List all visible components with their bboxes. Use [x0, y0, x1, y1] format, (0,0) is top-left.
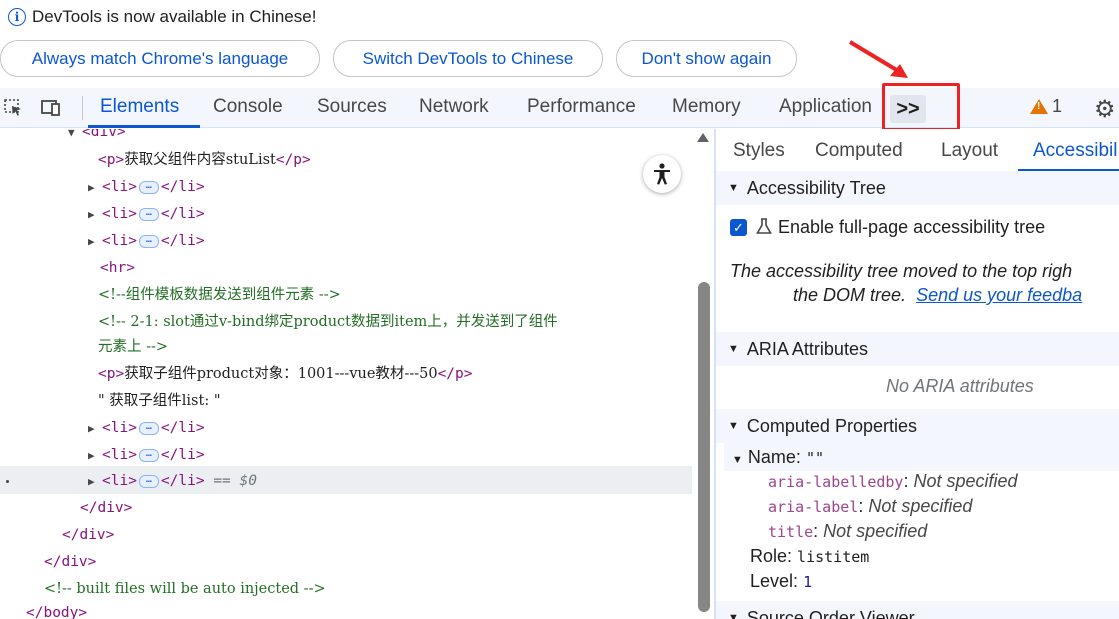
dom-line-li[interactable]: ▶ <li>… </li> [88, 174, 205, 200]
computed-properties-header[interactable]: ▼ Computed Properties [716, 409, 1119, 443]
console-ref-marker: == $0 [213, 473, 257, 489]
ellipsis-badge[interactable]: … [138, 474, 159, 488]
expanded-triangle-icon: ▼ [728, 182, 739, 194]
aria-labelledby-property: aria-labelledby: Not specified [768, 471, 1018, 491]
feedback-link[interactable]: Send us your feedba [916, 285, 1082, 305]
collapsed-triangle-icon[interactable]: ▶ [88, 443, 102, 469]
enable-tree-checkbox[interactable]: ✓ [730, 219, 747, 236]
dom-line-comment-cont[interactable]: 元素上 --> [98, 334, 168, 360]
dom-line-div-close[interactable]: </div> [44, 549, 96, 575]
ellipsis-badge[interactable]: … [138, 207, 159, 221]
tab-performance[interactable]: Performance [527, 96, 636, 118]
level-property: Level: 1 [750, 571, 813, 591]
dom-line-li-selected[interactable]: ▶ <li>… </li> == $0 [88, 468, 257, 494]
name-label: Name: [747, 447, 801, 467]
sidebar-panel: Styles Computed Layout Accessibil ▼ Acce… [716, 129, 1119, 619]
source-order-viewer-header[interactable]: ▼ Source Order Viewer [716, 601, 1119, 619]
dom-line-comment[interactable]: <!--组件模板数据发送到组件元素 --> [98, 282, 341, 308]
dom-line-div-open[interactable]: ▼ <div> [68, 129, 126, 145]
role-property: Role: listitem [750, 546, 870, 566]
info-icon: i [8, 8, 26, 26]
dom-scrollbar-thumb[interactable] [698, 282, 710, 612]
language-banner: i DevTools is now available in Chinese! … [0, 0, 1119, 88]
tab-sources[interactable]: Sources [317, 96, 387, 118]
tab-accessibility[interactable]: Accessibil [1033, 140, 1117, 162]
tab-network[interactable]: Network [419, 96, 489, 118]
ellipsis-badge[interactable]: … [138, 234, 159, 248]
inspect-element-icon[interactable] [2, 96, 24, 118]
active-tab-indicator [88, 125, 200, 128]
expanded-triangle-icon: ▼ [728, 612, 739, 619]
collapsed-triangle-icon[interactable]: ▶ [88, 175, 102, 201]
dom-line-li[interactable]: ▶ <li>… </li> [88, 442, 205, 468]
dom-line-text[interactable]: " 获取子组件list: " [98, 388, 221, 414]
scroll-up-arrow-icon[interactable] [697, 133, 709, 142]
expanded-triangle-icon: ▼ [732, 454, 743, 466]
collapsed-triangle-icon[interactable]: ▶ [88, 416, 102, 442]
ellipsis-badge[interactable]: … [138, 180, 159, 194]
dom-line-li[interactable]: ▶ <li>… </li> [88, 415, 205, 441]
expanded-triangle-icon: ▼ [728, 420, 739, 432]
section-title: Accessibility Tree [746, 177, 886, 198]
tab-memory[interactable]: Memory [672, 96, 741, 118]
expanded-triangle-icon: ▼ [728, 343, 739, 355]
settings-gear-icon[interactable]: ⚙ [1094, 95, 1116, 124]
annotation-highlight-box [882, 83, 960, 131]
title-property: title: Not specified [768, 521, 928, 541]
tab-console[interactable]: Console [213, 96, 283, 118]
name-value: "" [805, 449, 824, 467]
section-title: ARIA Attributes [746, 338, 868, 359]
dont-show-again-button[interactable]: Don't show again [616, 40, 797, 77]
enable-tree-label[interactable]: Enable full-page accessibility tree [778, 217, 1045, 238]
tab-elements[interactable]: Elements [100, 96, 179, 118]
annotation-arrow [848, 40, 908, 78]
section-title: Source Order Viewer [746, 607, 915, 619]
warnings-counter[interactable]: 1 [1030, 96, 1062, 117]
tree-moved-notice-text: the DOM tree. [793, 285, 907, 305]
ellipsis-badge[interactable]: … [138, 421, 159, 435]
experiment-flask-icon [756, 218, 772, 234]
device-toolbar-icon[interactable] [40, 96, 62, 118]
collapsed-triangle-icon[interactable]: ▶ [88, 469, 102, 495]
dom-line-comment[interactable]: <!-- built files will be auto injected -… [44, 576, 326, 602]
dom-line-div-close[interactable]: </div> [62, 522, 114, 548]
dom-line-li[interactable]: ▶ <li>… </li> [88, 201, 205, 227]
tab-layout[interactable]: Layout [941, 140, 998, 162]
dom-tree-panel: ▼ <div> <p>获取父组件内容stuList</p> ▶ <li>… </li>… [0, 129, 714, 619]
tree-moved-notice: The accessibility tree moved to the top … [730, 261, 1073, 281]
dom-line-body-close[interactable]: </body> [26, 600, 87, 619]
dom-line-div-close[interactable]: </div> [80, 495, 132, 521]
tab-computed[interactable]: Computed [815, 140, 903, 162]
tree-moved-notice-cont: the DOM tree. Send us your feedba [793, 285, 1082, 306]
no-aria-message: No ARIA attributes [886, 376, 1034, 396]
tab-application[interactable]: Application [779, 96, 872, 118]
aria-label-property: aria-label: Not specified [768, 496, 973, 516]
section-title: Computed Properties [746, 415, 917, 436]
always-match-language-button[interactable]: Always match Chrome's language [0, 40, 320, 77]
dom-line-li[interactable]: ▶ <li>… </li> [88, 228, 205, 254]
collapsed-triangle-icon[interactable]: ▶ [88, 229, 102, 255]
toolbar-divider [82, 96, 83, 120]
dom-line-p-stulist[interactable]: <p>获取父组件内容stuList</p> [98, 147, 311, 173]
accessibility-tree-toggle-icon[interactable] [643, 155, 681, 193]
person-icon [654, 163, 670, 185]
aria-attributes-header[interactable]: ▼ ARIA Attributes [716, 332, 1119, 366]
tab-styles[interactable]: Styles [733, 140, 785, 162]
sidebar-tabs: Styles Computed Layout Accessibil [716, 129, 1119, 172]
dom-line-comment[interactable]: <!-- 2-1: slot通过v-bind绑定product数据到item上，… [98, 309, 558, 335]
warning-icon [1030, 99, 1048, 114]
selected-row-dot [6, 480, 9, 483]
dom-line-hr[interactable]: <hr> [100, 255, 135, 281]
warning-count: 1 [1052, 96, 1063, 116]
expanded-triangle-icon[interactable]: ▼ [68, 129, 82, 146]
switch-to-chinese-button[interactable]: Switch DevTools to Chinese [333, 40, 603, 77]
collapsed-triangle-icon[interactable]: ▶ [88, 202, 102, 228]
ellipsis-badge[interactable]: … [138, 448, 159, 462]
accessibility-tree-header[interactable]: ▼ Accessibility Tree [716, 171, 1119, 205]
dom-line-p-product[interactable]: <p>获取子组件product对象：1001---vue教材---50</p> [98, 361, 473, 387]
banner-message-row: i DevTools is now available in Chinese! [8, 6, 316, 28]
banner-message: DevTools is now available in Chinese! [32, 7, 317, 26]
name-property[interactable]: ▼ Name: "" [732, 447, 824, 468]
